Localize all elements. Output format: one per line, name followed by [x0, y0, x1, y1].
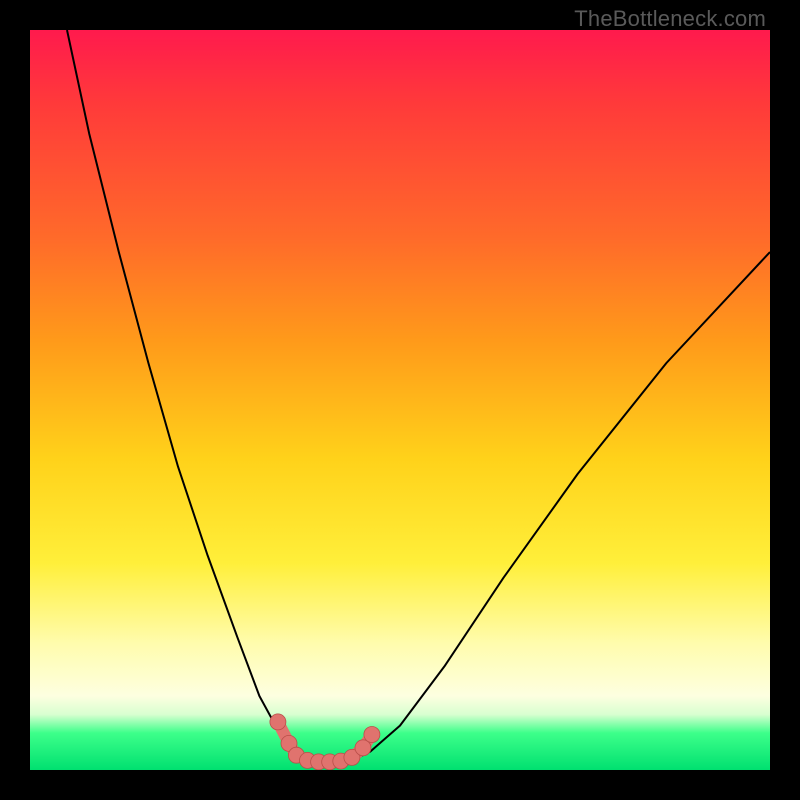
highlight-marker-dots — [270, 714, 380, 770]
highlight-dot — [364, 727, 380, 743]
curve-layer — [30, 30, 770, 770]
chart-frame: TheBottleneck.com — [0, 0, 800, 800]
left-curve — [67, 30, 308, 759]
plot-area — [30, 30, 770, 770]
watermark-text: TheBottleneck.com — [574, 6, 766, 32]
highlight-dot — [270, 714, 286, 730]
right-curve — [356, 252, 770, 759]
